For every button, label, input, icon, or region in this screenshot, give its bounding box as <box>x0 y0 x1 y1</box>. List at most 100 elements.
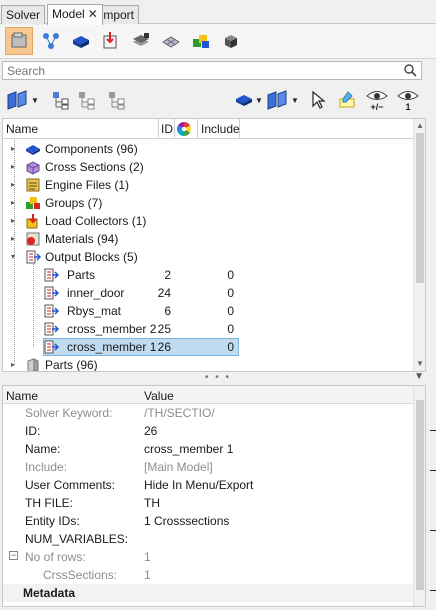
property-crss-sections: CrssSections: 1 <box>43 568 151 582</box>
divider <box>430 470 436 471</box>
tree-item-engine-files[interactable]: ▸ Engine Files (1) <box>3 176 413 194</box>
show-only-button[interactable]: 1 <box>396 86 420 114</box>
panels-icon <box>267 90 287 110</box>
section-metadata[interactable]: Metadata <box>3 584 415 602</box>
column-header-name[interactable]: Name <box>6 122 38 136</box>
mesh-button[interactable] <box>157 27 185 55</box>
tree-item-cross-member-1[interactable]: cross_member 1 26 0 <box>3 338 413 356</box>
column-divider[interactable] <box>158 119 159 139</box>
chevron-down-icon: ▼ <box>31 95 39 105</box>
hide-show-label: +/− <box>370 101 384 112</box>
blue-slab-icon <box>73 36 89 48</box>
components-browser-button[interactable] <box>5 27 33 55</box>
eye-icon <box>397 90 419 100</box>
chevron-down-icon: ▼ <box>291 95 299 105</box>
network-icon <box>43 33 59 49</box>
panels-icon <box>7 90 27 110</box>
color-column-icon[interactable] <box>177 122 191 139</box>
part-icon <box>27 358 39 371</box>
property-entity-ids[interactable]: Entity IDs: 1 Crosssections <box>3 512 415 530</box>
folder-icon <box>11 32 27 48</box>
divider <box>430 530 436 531</box>
tree-header: Name ID Include <box>3 119 413 139</box>
show-only-label: 1 <box>405 101 411 112</box>
color-mode-dropdown[interactable]: ▼ <box>266 86 299 114</box>
expand-icon[interactable]: ▸ <box>11 163 19 171</box>
select-tool-button[interactable] <box>310 86 326 114</box>
output-block-icon <box>26 250 41 264</box>
solid-view-button[interactable] <box>67 27 95 55</box>
collapse-icon[interactable]: − <box>9 551 18 560</box>
scroll-up-icon[interactable]: ▲ <box>416 121 424 130</box>
view-toolbar: ▼ ▼ ▼ +/− 1 <box>0 84 436 116</box>
expand-icon[interactable]: ▸ <box>11 361 19 369</box>
search-input[interactable] <box>7 63 397 78</box>
column-header-id[interactable]: ID <box>161 122 173 136</box>
color-wheel-icon <box>177 122 191 136</box>
hide-show-toggle-button[interactable]: +/− <box>365 86 389 114</box>
tree-item-components[interactable]: ▸ Components (96) <box>3 140 413 158</box>
components-icon <box>26 145 40 155</box>
search-icon[interactable] <box>404 64 417 77</box>
connectors-button[interactable] <box>37 27 65 55</box>
column-divider[interactable] <box>174 119 175 139</box>
splitter-grip-icon[interactable]: • • • <box>205 372 231 383</box>
tab-solver[interactable]: Solver <box>1 5 46 24</box>
tree-item-rbys-mat[interactable]: Rbys_mat 6 0 <box>3 302 413 320</box>
column-header-include[interactable]: Include <box>201 122 240 136</box>
chevron-down-icon: ▼ <box>255 95 263 105</box>
column-header-value[interactable]: Value <box>144 389 174 403</box>
entity-display-dropdown[interactable]: ▼ <box>234 86 263 114</box>
material-icon <box>26 232 40 246</box>
tree-item-inner-door[interactable]: inner_door 24 0 <box>3 284 413 302</box>
column-divider[interactable] <box>197 119 198 139</box>
tree-item-load-collectors[interactable]: ▸ Load Collectors (1) <box>3 212 413 230</box>
groups-icon <box>26 197 40 209</box>
expand-icon[interactable]: ▸ <box>11 235 19 243</box>
assembly-button[interactable] <box>217 27 245 55</box>
property-num-variables[interactable]: NUM_VARIABLES: <box>3 530 415 548</box>
chevron-down-icon[interactable]: ▼ <box>414 371 424 382</box>
colored-blocks-icon <box>193 35 209 48</box>
output-block-icon <box>44 304 59 318</box>
property-include: Include: [Main Model] <box>25 460 213 474</box>
tree-item-groups[interactable]: ▸ Groups (7) <box>3 194 413 212</box>
properties-scrollbar[interactable] <box>413 386 425 606</box>
tree-item-output-blocks[interactable]: ▾ Output Blocks (5) <box>3 248 413 266</box>
entity-editor-header: Name Value <box>3 386 415 404</box>
solver-deck-button[interactable] <box>127 27 155 55</box>
scroll-thumb[interactable] <box>416 133 424 283</box>
expand-icon[interactable]: ▸ <box>11 145 19 153</box>
property-id[interactable]: ID: 26 <box>3 422 415 440</box>
property-name[interactable]: Name: cross_member 1 <box>3 440 415 458</box>
expand-icon[interactable]: ▸ <box>11 217 19 225</box>
load-collector-button[interactable] <box>97 27 125 55</box>
expand-icon[interactable]: ▸ <box>11 199 19 207</box>
column-divider[interactable] <box>239 119 240 139</box>
output-block-icon <box>44 268 59 282</box>
expand-icon[interactable]: ▸ <box>11 181 19 189</box>
panel-splitter[interactable]: • • • ▼ <box>0 371 436 384</box>
tree-item-parts[interactable]: ▸ Parts (96) <box>3 356 413 371</box>
property-th-file[interactable]: TH FILE: TH <box>3 494 415 512</box>
collapse-icon[interactable]: ▾ <box>11 253 19 261</box>
tree-filter-button[interactable] <box>106 86 128 114</box>
column-header-name[interactable]: Name <box>6 389 38 403</box>
cursor-icon <box>312 90 326 109</box>
tab-model[interactable]: Model ✕ <box>47 4 103 25</box>
close-icon[interactable]: ✕ <box>88 7 98 21</box>
tree-scrollbar[interactable]: ▲ ▼ <box>413 119 425 371</box>
property-user-comments[interactable]: User Comments: Hide In Menu/Export <box>3 476 415 494</box>
display-mode-dropdown[interactable]: ▼ <box>6 86 39 114</box>
tree-item-cross-member-2[interactable]: cross_member 2 25 0 <box>3 320 413 338</box>
scroll-down-icon[interactable]: ▼ <box>416 359 424 368</box>
tree-item-materials[interactable]: ▸ Materials (94) <box>3 230 413 248</box>
tree-item-cross-sections[interactable]: ▸ Cross Sections (2) <box>3 158 413 176</box>
collapse-tree-button[interactable] <box>76 86 98 114</box>
divider <box>430 590 436 591</box>
groups-button[interactable] <box>187 27 215 55</box>
expand-tree-button[interactable] <box>50 86 72 114</box>
scroll-thumb[interactable] <box>416 400 424 590</box>
tree-item-output-parts[interactable]: Parts 2 0 <box>3 266 413 284</box>
isolate-button[interactable] <box>336 86 358 114</box>
